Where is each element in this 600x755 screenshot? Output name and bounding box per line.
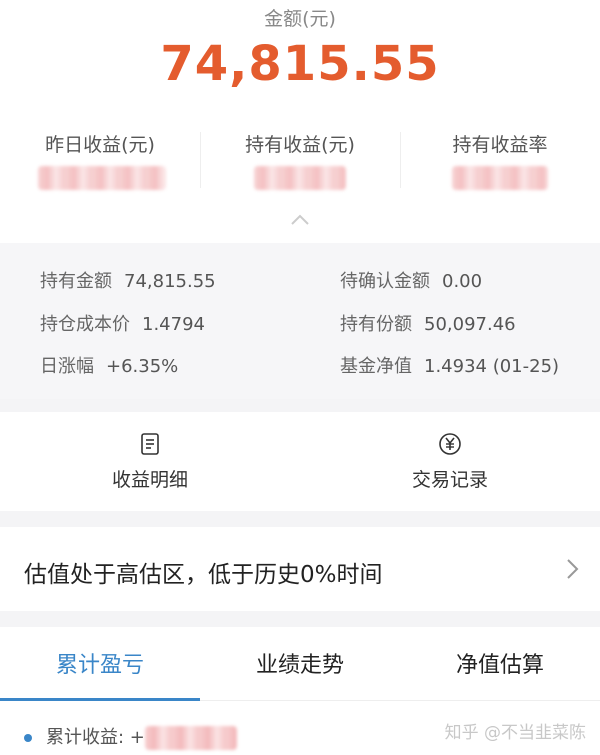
metric-holding-rate: 持有收益率 [400, 130, 600, 192]
divider [400, 132, 401, 188]
metric-label: 持有收益率 [452, 134, 548, 156]
holding-details: 持有金额 74,815.55 待确认金额 0.00 持仓成本价 1.4794 持有份额… [0, 243, 600, 399]
metric-yesterday-income: 昨日收益(元) [0, 130, 200, 192]
detail-daily-change: 日涨幅 +6.35% [40, 352, 178, 378]
detail-label: 待确认金额 [340, 271, 430, 292]
blurred-value [452, 166, 548, 190]
collapse-caret-icon[interactable] [290, 214, 310, 226]
detail-cost-price: 持仓成本价 1.4794 [40, 310, 205, 336]
actions-panel: 收益明细 交易记录 [0, 412, 600, 511]
metric-holding-income: 持有收益(元) [200, 130, 400, 192]
metrics-row: 昨日收益(元) 持有收益(元) 持有收益率 [0, 130, 600, 192]
legend-dot-icon [24, 734, 32, 742]
tab-performance-trend[interactable]: 业绩走势 [200, 647, 400, 679]
valuation-banner[interactable]: 估值处于高估区，低于历史0%时间 [0, 527, 600, 611]
detail-pending-amount: 待确认金额 0.00 [340, 267, 482, 293]
valuation-text: 估值处于高估区，低于历史0%时间 [24, 562, 383, 588]
legend-label: 累计收益: + [46, 727, 145, 748]
summary-panel: 金额(元) 74,815.55 昨日收益(元) 持有收益(元) 持有收益率 [0, 0, 600, 243]
detail-label: 日涨幅 [40, 356, 94, 377]
yen-coin-icon [439, 433, 461, 455]
detail-nav: 基金净值 1.4934 (01-25) [340, 352, 559, 378]
action-label: 收益明细 [111, 469, 188, 491]
detail-label: 基金净值 [340, 356, 412, 377]
detail-label: 持有份额 [340, 314, 412, 335]
detail-label: 持有金额 [40, 271, 112, 292]
active-tab-indicator [0, 698, 200, 701]
action-label: 交易记录 [411, 469, 488, 491]
detail-value: 1.4934 (01-25) [424, 356, 560, 377]
metric-label: 持有收益(元) [245, 134, 355, 156]
tab-nav-estimate[interactable]: 净值估算 [400, 647, 600, 679]
tab-cumulative-pnl[interactable]: 累计盈亏 [0, 647, 200, 679]
detail-holding-shares: 持有份额 50,097.46 [340, 310, 516, 336]
detail-value: +6.35% [106, 356, 179, 377]
chevron-right-icon [567, 559, 579, 579]
income-detail-button[interactable]: 收益明细 [0, 412, 300, 511]
watermark: 知乎 @不当韭菜陈 [444, 723, 586, 743]
detail-value: 74,815.55 [124, 271, 216, 292]
metric-label: 昨日收益(元) [45, 134, 155, 156]
detail-value: 50,097.46 [424, 314, 516, 335]
detail-label: 持仓成本价 [40, 314, 130, 335]
trade-records-button[interactable]: 交易记录 [300, 412, 600, 511]
detail-holding-amount: 持有金额 74,815.55 [40, 267, 216, 293]
amount-value: 74,815.55 [160, 36, 440, 92]
divider [200, 132, 201, 188]
document-icon [141, 433, 159, 455]
detail-value: 1.4794 [142, 314, 205, 335]
legend: 累计收益: + [24, 723, 237, 750]
blurred-value [144, 726, 237, 750]
blurred-value [254, 166, 346, 190]
amount-label: 金额(元) [264, 8, 336, 30]
blurred-value [38, 166, 166, 190]
detail-value: 0.00 [442, 271, 483, 292]
